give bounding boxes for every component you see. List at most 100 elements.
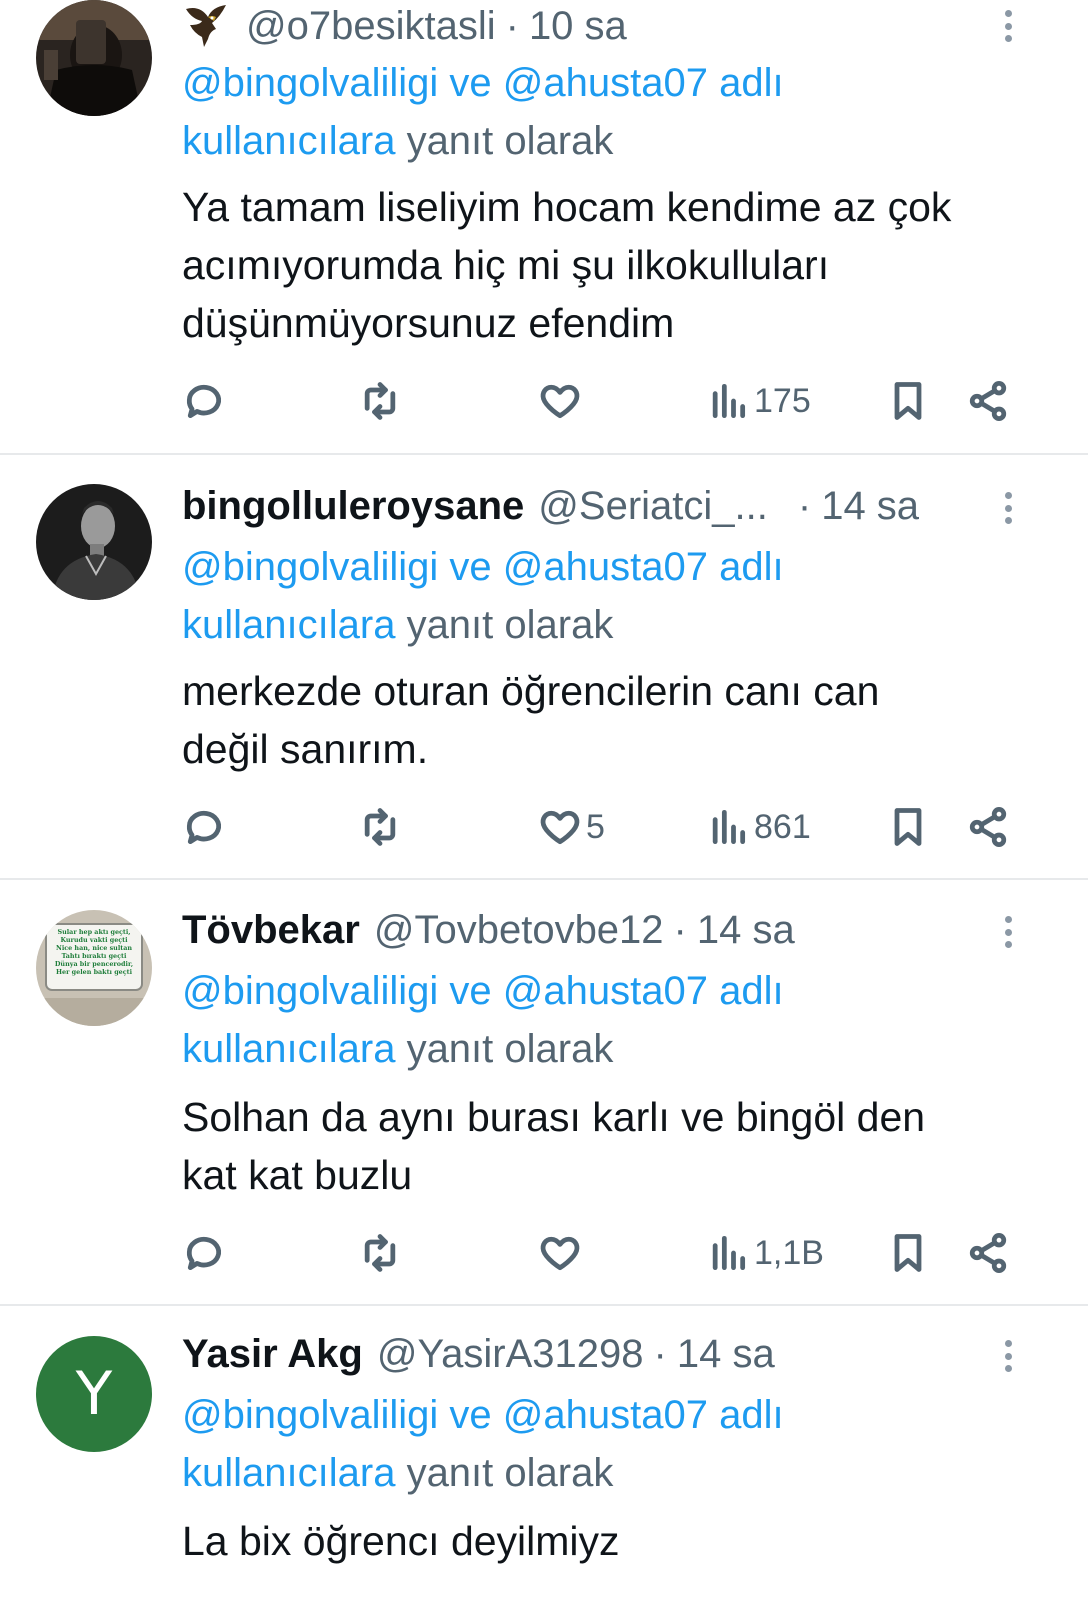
separator-dot: · — [797, 483, 812, 528]
like-icon — [540, 384, 580, 419]
like-button[interactable] — [538, 376, 586, 426]
mention-link[interactable]: @bingolvaliligi — [182, 1393, 438, 1437]
reply-connector[interactable]: adlı — [719, 1393, 784, 1437]
avatar-text-line: Kurudu vakti geçti — [60, 936, 128, 944]
mention-link[interactable]: @ahusta07 — [503, 969, 708, 1013]
tweet-3[interactable]: Sular hep aktı geçti, Kurudu vakti geçti… — [0, 904, 1088, 1302]
reply-users-link[interactable]: kullanıcılara — [182, 119, 395, 163]
avatar[interactable] — [36, 484, 152, 600]
like-icon — [540, 810, 580, 845]
avatar-text-line: Nice han, nice sultan — [56, 944, 132, 952]
avatar-text-line: Sular hep aktı geçti, — [57, 928, 130, 936]
divider — [0, 1304, 1088, 1306]
display-name[interactable]: Tövbekar — [182, 908, 360, 953]
tweet-4[interactable]: Y Yasir Akg @YasirA31298 · 14 sa @bingol… — [0, 1328, 1088, 1600]
timestamp[interactable]: 14 sa — [821, 484, 919, 529]
tweet-text: merkezde oturan öğrencilerin canı can de… — [182, 668, 880, 772]
like-button[interactable]: 5 — [538, 802, 605, 852]
more-icon[interactable] — [996, 6, 1020, 46]
tweet-text: Solhan da aynı burası karlı ve bingöl de… — [182, 1094, 926, 1198]
display-name[interactable]: Yasir Akg — [182, 1332, 363, 1377]
timestamp[interactable]: 14 sa — [697, 908, 795, 953]
bookmark-icon — [894, 382, 922, 420]
more-icon[interactable] — [996, 488, 1020, 528]
reply-button[interactable] — [182, 376, 226, 426]
reply-connector[interactable]: adlı — [719, 61, 784, 105]
more-icon[interactable] — [996, 912, 1020, 952]
mention-link[interactable]: @bingolvaliligi — [182, 545, 438, 589]
tweet-2[interactable]: bingolluleroysane @Seriatci_... · 14 sa … — [0, 480, 1088, 878]
avatar[interactable]: Sular hep aktı geçti, Kurudu vakti geçti… — [36, 910, 152, 1026]
share-button[interactable] — [966, 1228, 1010, 1278]
retweet-icon — [364, 382, 396, 420]
mention-link[interactable]: @ahusta07 — [503, 1393, 708, 1437]
mention-link[interactable]: @bingolvaliligi — [182, 969, 438, 1013]
view-count: 175 — [754, 381, 811, 420]
avatar-photo — [36, 484, 152, 600]
reply-suffix: yanıt olarak — [406, 603, 614, 647]
bookmark-button[interactable] — [886, 376, 930, 426]
reply-connector[interactable]: ve — [449, 545, 491, 589]
reply-button[interactable] — [182, 802, 226, 852]
reply-connector[interactable]: adlı — [719, 545, 784, 589]
views-button[interactable]: 1,1B — [706, 1228, 824, 1278]
tweet-text: Ya tamam liseliyim hocam kendime az çok … — [182, 184, 952, 346]
share-button[interactable] — [966, 802, 1010, 852]
reply-users-link[interactable]: kullanıcılara — [182, 1451, 395, 1495]
like-button[interactable] — [538, 1228, 586, 1278]
user-handle[interactable]: @Tovbetovbe12 — [374, 908, 664, 953]
mention-link[interactable]: @ahusta07 — [503, 61, 708, 105]
tweet-header: Yasir Akg @YasirA31298 · 14 sa — [182, 1328, 775, 1380]
avatar-photo — [36, 0, 152, 116]
action-bar: 1,1B — [0, 1228, 1088, 1278]
action-bar: 175 — [0, 376, 1088, 426]
bookmark-button[interactable] — [886, 802, 930, 852]
share-icon — [969, 1233, 1007, 1273]
tweet-1[interactable]: @o7besiktasli · 10 sa @bingolvaliligi ve… — [0, 0, 1088, 455]
timestamp[interactable]: 14 sa — [677, 1332, 775, 1377]
reply-context: @bingolvaliligi ve @ahusta07 adlı kullan… — [182, 962, 882, 1078]
display-name[interactable]: bingolluleroysane — [182, 484, 524, 529]
timestamp[interactable]: 10 sa — [529, 4, 627, 49]
bookmark-icon — [894, 808, 922, 846]
share-icon — [969, 807, 1007, 847]
user-handle[interactable]: @o7besiktasli — [246, 4, 496, 49]
user-handle[interactable]: @Seriatci_... — [538, 484, 768, 529]
tweet-header: @o7besiktasli · 10 sa — [182, 0, 627, 52]
bookmark-button[interactable] — [886, 1228, 930, 1278]
mention-link[interactable]: @ahusta07 — [503, 545, 708, 589]
bookmark-icon — [894, 1234, 922, 1272]
retweet-button[interactable] — [358, 376, 402, 426]
avatar[interactable]: Y — [36, 1336, 152, 1452]
reply-button[interactable] — [182, 1228, 226, 1278]
views-button[interactable]: 175 — [706, 376, 811, 426]
retweet-button[interactable] — [358, 1228, 402, 1278]
view-count: 861 — [754, 807, 811, 846]
reply-connector[interactable]: ve — [449, 61, 491, 105]
separator-dot: · — [673, 907, 687, 952]
retweet-icon — [364, 808, 396, 846]
reply-users-link[interactable]: kullanıcılara — [182, 1027, 395, 1071]
reply-connector[interactable]: ve — [449, 1393, 491, 1437]
tweet-header: Tövbekar @Tovbetovbe12 · 14 sa — [182, 904, 795, 956]
tweet-text: La bix öğrencı deyilmiyz — [182, 1518, 620, 1564]
avatar-initial: Y — [75, 1359, 113, 1429]
mention-link[interactable]: @bingolvaliligi — [182, 61, 438, 105]
share-button[interactable] — [966, 376, 1010, 426]
views-button[interactable]: 861 — [706, 802, 811, 852]
reply-connector[interactable]: ve — [449, 969, 491, 1013]
more-icon[interactable] — [996, 1336, 1020, 1376]
reply-suffix: yanıt olarak — [406, 1451, 614, 1495]
retweet-button[interactable] — [358, 802, 402, 852]
reply-users-link[interactable]: kullanıcılara — [182, 603, 395, 647]
like-icon — [540, 1236, 580, 1271]
reply-connector[interactable]: adlı — [719, 969, 784, 1013]
avatar-text-line: Her gelen baktı geçti — [56, 968, 133, 976]
views-icon — [712, 383, 746, 419]
divider — [0, 878, 1088, 880]
avatar-text-line: Tahtı bıraktı geçti — [62, 952, 127, 960]
retweet-icon — [364, 1234, 396, 1272]
user-handle[interactable]: @YasirA31298 — [377, 1332, 644, 1377]
reply-suffix: yanıt olarak — [406, 1027, 614, 1071]
avatar[interactable] — [36, 0, 152, 116]
